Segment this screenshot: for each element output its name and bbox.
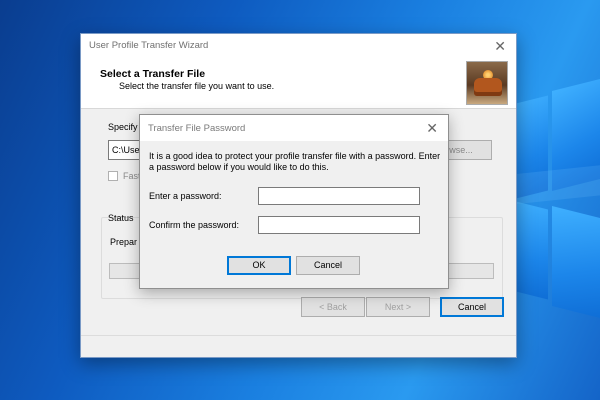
fast-checkbox[interactable]: [108, 171, 118, 181]
cancel-button[interactable]: Cancel: [440, 297, 504, 317]
dialog-title-bar: Transfer File Password ✕: [140, 115, 448, 141]
confirm-password-input[interactable]: [258, 216, 420, 234]
close-icon[interactable]: ✕: [426, 120, 438, 137]
password-label: Enter a password:: [149, 191, 222, 201]
wizard-title-bar: User Profile Transfer Wizard ✕: [81, 34, 516, 57]
ok-button[interactable]: OK: [227, 256, 291, 275]
fast-label: Fast: [123, 171, 141, 181]
preparing-label: Prepar: [110, 237, 138, 247]
next-button[interactable]: Next >: [366, 297, 430, 317]
status-label: Status: [108, 213, 134, 223]
specify-label: Specify: [108, 122, 138, 132]
transfer-file-password-dialog: Transfer File Password ✕ It is a good id…: [139, 114, 449, 289]
wallpaper-pane: [512, 200, 548, 300]
back-button[interactable]: < Back: [301, 297, 365, 317]
dialog-cancel-button[interactable]: Cancel: [296, 256, 360, 275]
wizard-subheading: Select the transfer file you want to use…: [119, 81, 275, 91]
password-input[interactable]: [258, 187, 420, 205]
wizard-title: User Profile Transfer Wizard: [89, 40, 209, 51]
close-icon[interactable]: ✕: [494, 38, 506, 55]
footer-divider: [81, 335, 516, 336]
confirm-password-label: Confirm the password:: [149, 220, 240, 230]
wizard-heading: Select a Transfer File: [100, 68, 206, 80]
fast-option[interactable]: Fast: [108, 171, 141, 181]
wallpaper-pane: [552, 206, 600, 318]
dialog-title: Transfer File Password: [148, 122, 246, 134]
wizard-header-image: [466, 61, 508, 105]
image-detail: [474, 78, 502, 96]
wizard-header: Select a Transfer File Select the transf…: [81, 57, 516, 109]
dialog-message: It is a good idea to protect your profil…: [149, 151, 441, 172]
